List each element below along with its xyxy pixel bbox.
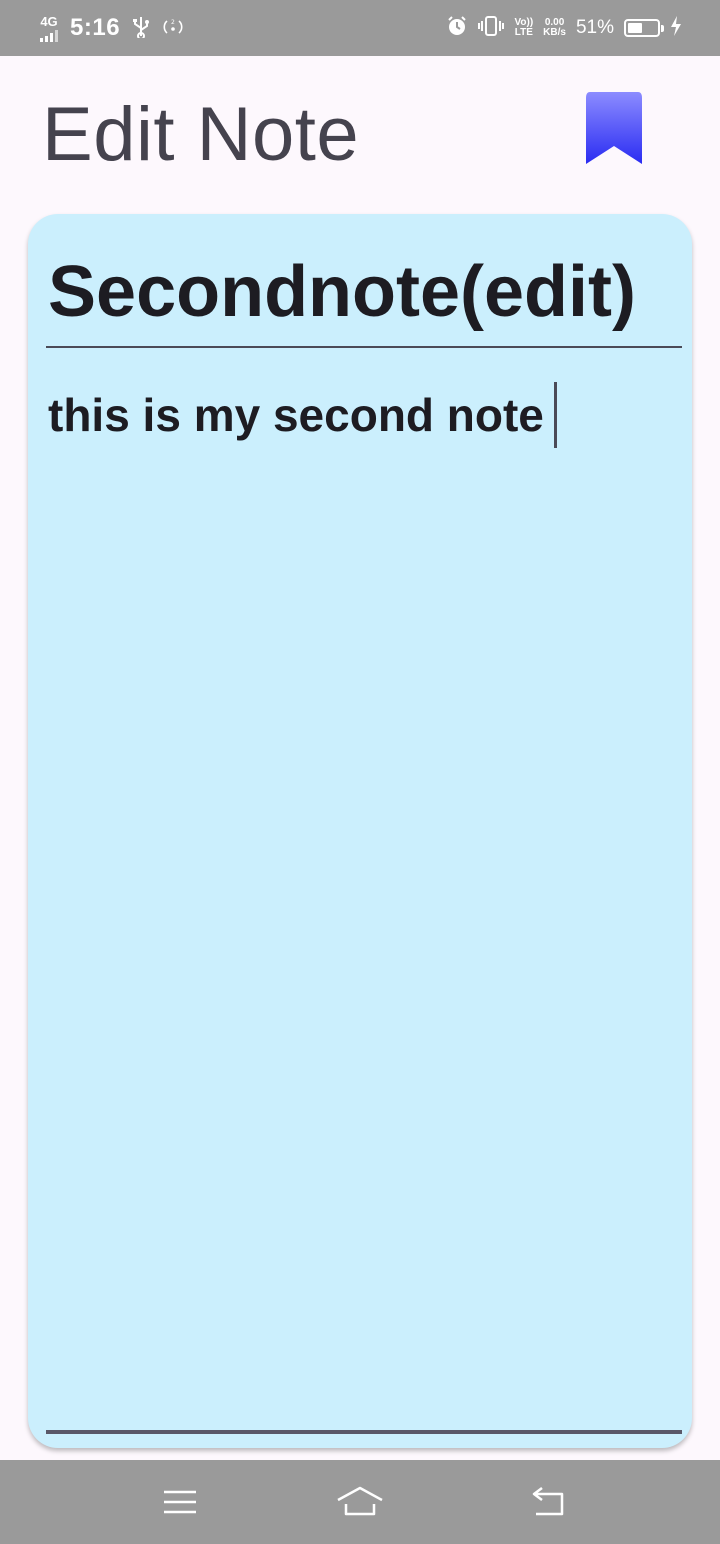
status-bar: 4G 5:16 2 Vo)) LTE 0.00 KB/s 51% <box>0 0 720 56</box>
title-underline <box>46 346 682 348</box>
home-icon[interactable] <box>336 1482 384 1522</box>
battery-fill <box>628 23 643 33</box>
vibrate-icon <box>478 15 505 41</box>
charging-bolt-icon <box>670 15 682 41</box>
note-card: Secondnote(edit) this is my second note <box>28 214 692 1448</box>
network-speed: 0.00 KB/s <box>543 18 566 38</box>
hotspot-icon: 2 <box>162 17 184 40</box>
speed-unit: KB/s <box>543 27 566 38</box>
volte-indicator: Vo)) LTE <box>514 18 533 38</box>
note-body-input[interactable]: this is my second note <box>48 382 684 448</box>
svg-text:2: 2 <box>171 19 175 26</box>
status-bar-left: 4G 5:16 2 <box>40 0 184 56</box>
note-body-text: this is my second note <box>48 389 544 441</box>
text-cursor <box>553 382 557 448</box>
navigation-bar <box>0 1460 720 1544</box>
note-title-input[interactable]: Secondnote(edit) <box>48 250 684 334</box>
signal-strength-icon <box>40 28 58 42</box>
page-title: Edit Note <box>42 92 360 177</box>
body-underline <box>46 1430 682 1434</box>
usb-icon <box>132 16 150 41</box>
battery-icon <box>624 19 664 37</box>
back-icon[interactable] <box>528 1482 568 1522</box>
network-indicator: 4G <box>40 15 58 42</box>
bookmark-icon[interactable] <box>586 90 642 166</box>
status-clock: 5:16 <box>70 14 121 41</box>
battery-percent: 51% <box>575 17 614 38</box>
status-bar-right: Vo)) LTE 0.00 KB/s 51% <box>446 0 682 56</box>
alarm-icon <box>446 15 468 42</box>
network-type: 4G <box>40 13 58 29</box>
menu-icon[interactable] <box>160 1482 200 1522</box>
lte-label: LTE <box>514 27 533 38</box>
